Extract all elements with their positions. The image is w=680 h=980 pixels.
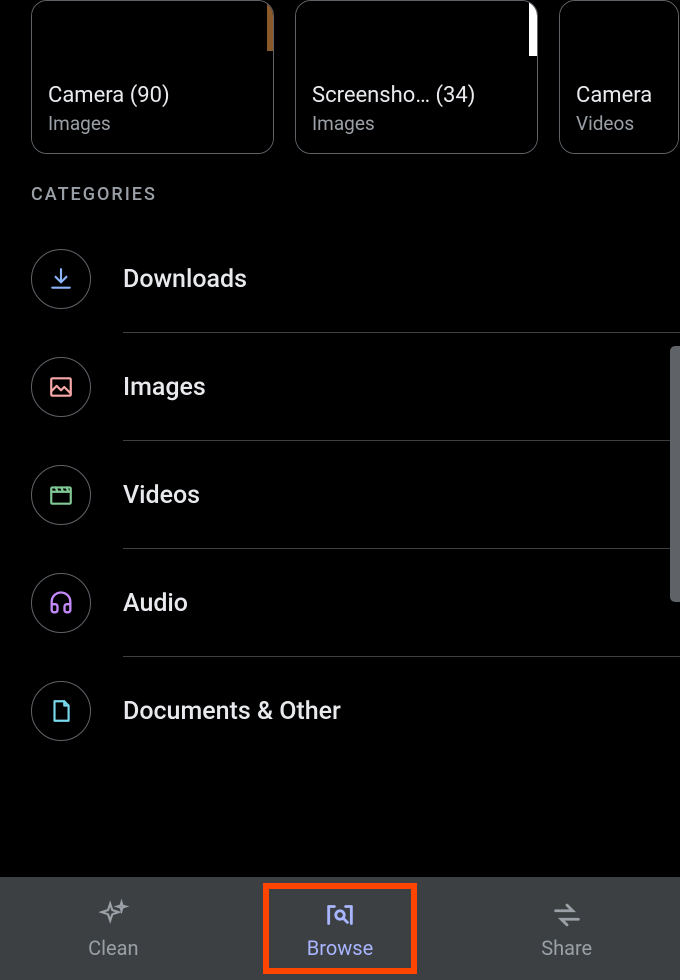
- collection-label: Camera (90) Images: [32, 71, 273, 153]
- audio-icon: [31, 573, 91, 633]
- collection-card-camera-videos[interactable]: Camera Videos: [559, 0, 679, 154]
- collection-label: Screensho… (34) Images: [296, 71, 537, 153]
- category-list: Downloads Images Videos Audio: [0, 225, 680, 765]
- nav-item-share[interactable]: Share: [453, 877, 680, 980]
- collection-title: Screensho… (34): [312, 83, 521, 108]
- collection-thumbnail: [296, 1, 537, 71]
- browse-icon: [323, 898, 357, 932]
- category-label: Documents & Other: [123, 697, 341, 726]
- nav-label: Share: [541, 936, 592, 960]
- categories-header: CATEGORIES: [0, 154, 680, 225]
- collection-thumbnail: [32, 1, 273, 71]
- category-item-downloads[interactable]: Downloads: [31, 225, 680, 333]
- download-icon: [31, 249, 91, 309]
- document-icon: [31, 681, 91, 741]
- category-item-audio[interactable]: Audio: [31, 549, 680, 657]
- collection-subtitle: Images: [312, 112, 521, 135]
- collection-title: Camera: [576, 83, 662, 108]
- image-icon: [31, 357, 91, 417]
- category-label: Downloads: [123, 265, 247, 294]
- collection-thumbnail: [560, 1, 678, 71]
- category-label: Images: [123, 373, 206, 402]
- category-item-videos[interactable]: Videos: [31, 441, 680, 549]
- bottom-nav: Clean Browse Share: [0, 877, 680, 980]
- share-icon: [550, 898, 584, 932]
- collection-subtitle: Images: [48, 112, 257, 135]
- category-item-images[interactable]: Images: [31, 333, 680, 441]
- nav-label: Clean: [88, 936, 138, 960]
- collection-subtitle: Videos: [576, 112, 662, 135]
- category-label: Audio: [123, 589, 188, 618]
- collection-card-screenshots[interactable]: Screensho… (34) Images: [295, 0, 538, 154]
- nav-label: Browse: [307, 936, 373, 960]
- collection-label: Camera Videos: [560, 71, 678, 153]
- category-label: Videos: [123, 481, 200, 510]
- collection-title: Camera (90): [48, 83, 257, 108]
- collection-card-camera-images[interactable]: Camera (90) Images: [31, 0, 274, 154]
- nav-item-browse[interactable]: Browse: [227, 877, 454, 980]
- sparkle-icon: [96, 898, 130, 932]
- nav-item-clean[interactable]: Clean: [0, 877, 227, 980]
- collections-row: Camera (90) Images Screensho… (34) Image…: [0, 0, 680, 154]
- video-icon: [31, 465, 91, 525]
- scroll-indicator[interactable]: [670, 346, 680, 602]
- category-item-documents[interactable]: Documents & Other: [31, 657, 680, 765]
